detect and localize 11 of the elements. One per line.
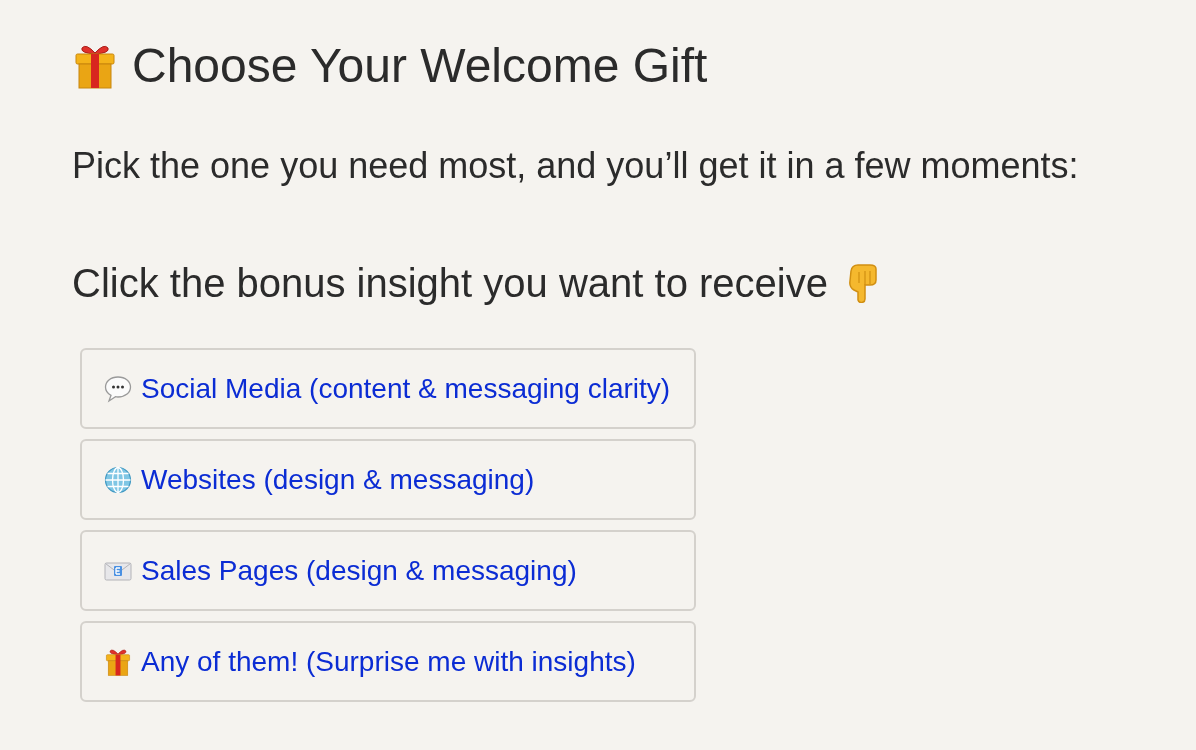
globe-icon (104, 465, 132, 494)
speech-bubble-icon (104, 374, 132, 403)
option-button[interactable]: Sales Pages (design & messaging) (80, 530, 696, 611)
prompt-text: Click the bonus insight you want to receive (72, 260, 828, 306)
gift-box-icon (72, 43, 118, 89)
gift-box-icon (104, 647, 132, 676)
intro-text: Pick the one you need most, and you’ll get it in a few moments: (72, 145, 1079, 187)
page-heading: Choose Your Welcome Gift (132, 39, 708, 93)
option-button[interactable]: Websites (design & messaging) (80, 439, 696, 520)
option-button[interactable]: Social Media (content & messaging clarity) (80, 348, 696, 429)
option-button[interactable]: Any of them! (Surprise me with insights) (80, 621, 696, 702)
